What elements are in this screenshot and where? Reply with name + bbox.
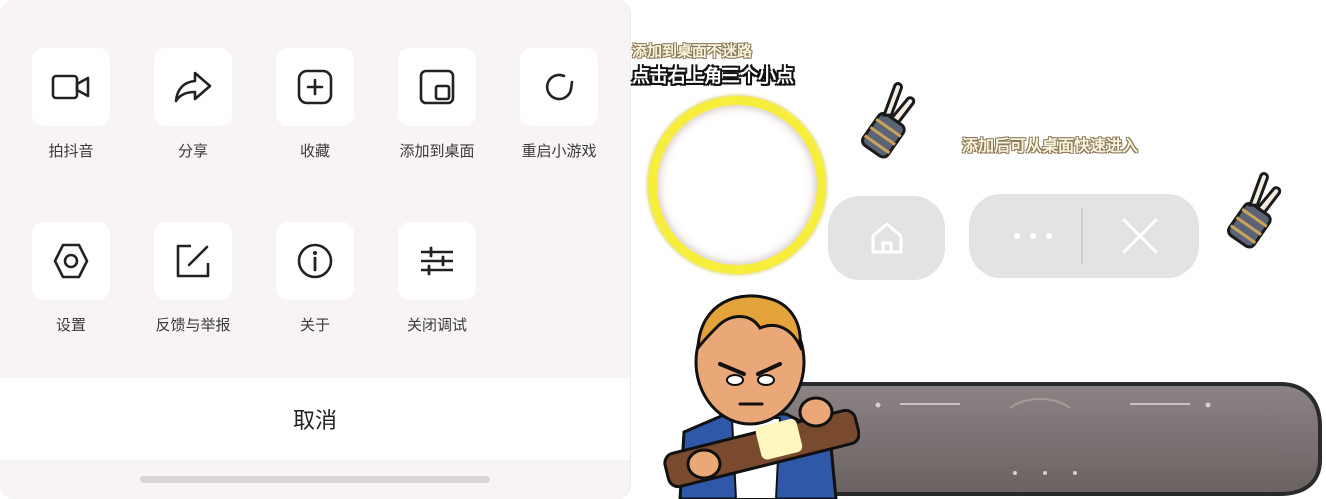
menu-item-tile[interactable]: [154, 48, 232, 126]
cartoon-character: [663, 294, 860, 499]
sliders-icon: [421, 246, 453, 276]
menu-item-tile[interactable]: [32, 48, 110, 126]
menu-item-label: 反馈与举报: [155, 316, 231, 334]
settings-icon: [53, 243, 89, 279]
menu-item-record-douyin[interactable]: 拍抖音: [8, 48, 128, 188]
menu-item-tile[interactable]: [520, 48, 598, 126]
action-sheet: 拍抖音 分享 收藏 添加到桌面 重启小游戏 设置 反馈与举报 关于 关闭调试 取…: [0, 0, 631, 499]
feedback-icon: [176, 244, 210, 278]
menu-item-add-to-desktop[interactable]: 添加到桌面: [374, 48, 494, 188]
cancel-bar: 取消: [0, 378, 630, 460]
menu-item-tile[interactable]: [32, 222, 110, 300]
add-to-desktop-icon: [419, 69, 455, 105]
menu-item-close-debug[interactable]: 关闭调试: [374, 222, 494, 362]
highlight-ring: [648, 96, 826, 274]
menu-item-label: 收藏: [299, 142, 330, 160]
menu-item-tile[interactable]: [154, 222, 232, 300]
menu-item-label: 设置: [55, 316, 86, 334]
menu-item-label: 关于: [299, 316, 330, 334]
pointing-glove-icon: [1227, 172, 1282, 249]
menu-item-restart-game[interactable]: 重启小游戏: [496, 48, 616, 188]
hint-text-main: 点击右上角三个小点: [632, 66, 794, 87]
hint-text-top: 添加到桌面不迷路: [632, 42, 753, 60]
menu-item-about[interactable]: 关于: [252, 222, 372, 362]
menu-item-tile[interactable]: [398, 222, 476, 300]
cancel-button[interactable]: 取消: [0, 378, 630, 460]
info-icon: [297, 243, 333, 279]
close-button[interactable]: [1095, 194, 1185, 278]
share-icon: [174, 71, 212, 103]
menu-item-tile[interactable]: [398, 48, 476, 126]
add-favorite-icon: [297, 69, 333, 105]
restart-icon: [545, 73, 574, 101]
menu-item-tile[interactable]: [276, 222, 354, 300]
capsule-menu: [969, 194, 1199, 278]
menu-item-share[interactable]: 分享: [130, 48, 250, 188]
video-camera-icon: [51, 74, 90, 100]
capsule-divider: [1081, 208, 1083, 264]
menu-item-favorite[interactable]: 收藏: [252, 48, 372, 188]
home-button[interactable]: [828, 196, 945, 280]
menu-item-label: 重启小游戏: [521, 142, 597, 160]
pointing-glove-icon: [861, 82, 916, 159]
menu-item-label: 拍抖音: [48, 142, 94, 160]
menu-item-label: 分享: [177, 142, 208, 160]
menu-item-label: 关闭调试: [406, 316, 467, 334]
menu-item-tile[interactable]: [276, 48, 354, 126]
menu-item-feedback[interactable]: 反馈与举报: [130, 222, 250, 362]
menu-item-settings[interactable]: 设置: [8, 222, 128, 362]
hint-text-side: 添加后可从桌面快速进入: [962, 136, 1139, 155]
home-icon: [871, 222, 902, 254]
home-indicator: [140, 476, 490, 483]
more-dots-icon: [1014, 233, 1052, 239]
menu-item-label: 添加到桌面: [399, 142, 475, 160]
close-icon: [1122, 218, 1158, 254]
more-button[interactable]: [993, 194, 1073, 278]
